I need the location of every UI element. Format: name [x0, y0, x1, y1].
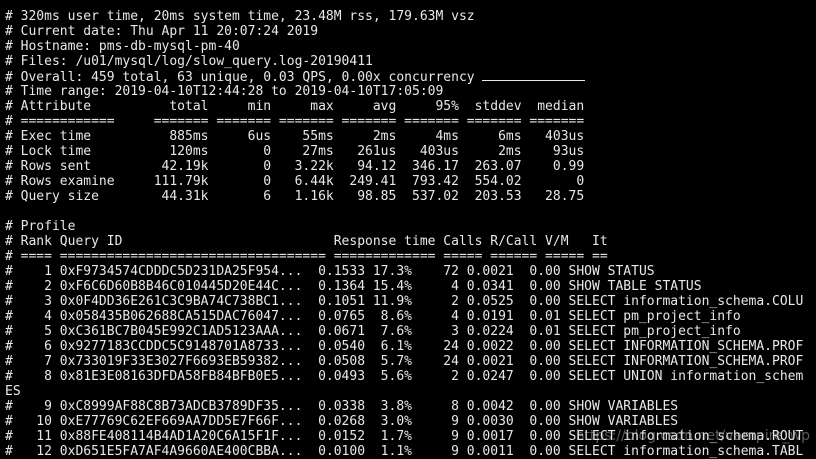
header-line-time-range: # Time range: 2019-04-10T12:44:28 to 201… [5, 84, 444, 99]
header-line-hostname: # Hostname: pms-db-mysql-pm-40 [5, 39, 240, 54]
watermark-text: https://blog.csdn.net/vampire_wp [575, 428, 810, 444]
profile-row-wrap: ES [5, 384, 21, 399]
attribute-row-rows-sent: # Rows sent 42.19k 0 3.22k 94.12 346.17 … [5, 159, 585, 174]
profile-row: # 7 0x733019F33E3027F6693EB59382... 0.05… [5, 354, 804, 369]
header-line-cpu: # 320ms user time, 20ms system time, 23.… [5, 9, 475, 24]
profile-row: # 10 0xE77769C62EF669AA7DD5E7F66F... 0.0… [5, 414, 679, 429]
profile-row: # 9 0xC8999AF88C8B73ADCB3789DF35... 0.03… [5, 399, 679, 414]
profile-row: # 2 0xF6C6D60B8B46C010445D20E44C... 0.13… [5, 279, 702, 294]
profile-separator: # ==== =================================… [5, 249, 608, 264]
terminal-window[interactable]: # 320ms user time, 20ms system time, 23.… [5, 9, 816, 459]
attribute-row-lock-time: # Lock time 120ms 0 27ms 261us 403us 2ms… [5, 144, 585, 159]
overall-underline [482, 69, 586, 81]
profile-row: # 3 0x0F4DD36E261C3C9BA74C738BC1... 0.10… [5, 294, 804, 309]
profile-header: # Rank Query ID Response time Calls R/Ca… [5, 234, 608, 249]
attribute-separator: # ============ ======= ======= ======= =… [5, 114, 585, 129]
profile-row: # 1 0xF9734574CDDDC5D231DA25F954... 0.15… [5, 264, 655, 279]
attribute-row-rows-examine: # Rows examine 111.79k 0 6.44k 249.41 79… [5, 174, 585, 189]
profile-row: # 4 0x058435B062688CA515DAC76047... 0.07… [5, 309, 741, 324]
attribute-header: # Attribute total min max avg 95% stddev… [5, 99, 585, 114]
header-line-overall: # Overall: 459 total, 63 unique, 0.03 QP… [5, 69, 816, 85]
profile-row: # 6 0x9277183CCDDC5C9148701A8733... 0.05… [5, 339, 804, 354]
header-line-files: # Files: /u01/mysql/log/slow_query.log-2… [5, 54, 373, 69]
profile-row: # 5 0xC361BC7B045E992C1AD5123AAA... 0.06… [5, 324, 741, 339]
profile-row: # 8 0x81E3E08163DFDA58FB84BFB0E5... 0.04… [5, 369, 804, 384]
header-line-date: # Current date: Thu Apr 11 20:07:24 2019 [5, 24, 319, 39]
profile-row: # 12 0xD651E5FA7AF4A9660AE400CBBA... 0.0… [5, 444, 804, 459]
overall-text: # Overall: 459 total, 63 unique, 0.03 QP… [5, 70, 483, 85]
attribute-row-query-size: # Query size 44.31k 6 1.16k 98.85 537.02… [5, 189, 585, 204]
attribute-row-exec-time: # Exec time 885ms 6us 55ms 2ms 4ms 6ms 4… [5, 129, 585, 144]
profile-title: # Profile [5, 219, 76, 234]
